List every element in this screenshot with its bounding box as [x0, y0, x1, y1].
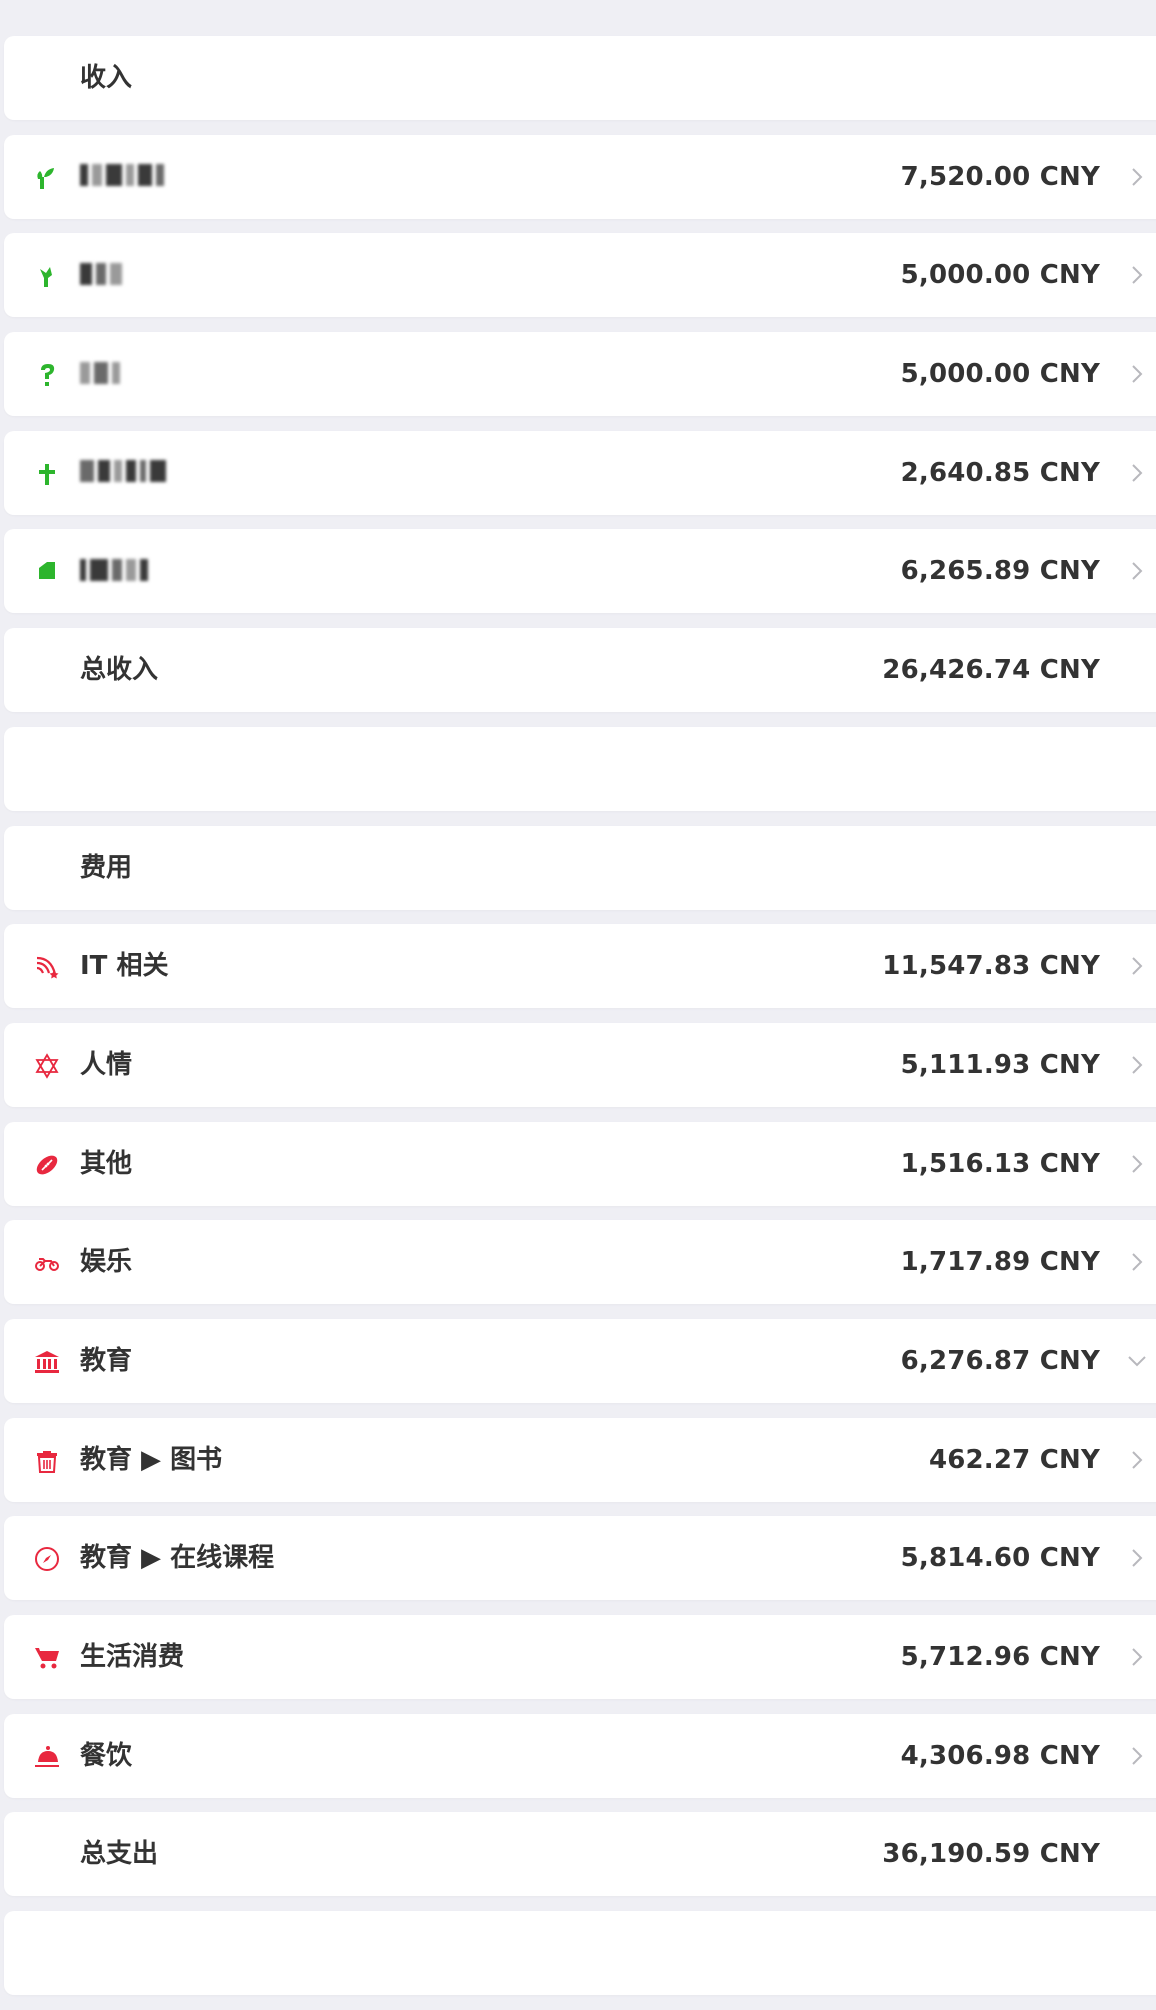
chevron-right-icon — [1124, 1052, 1150, 1078]
expense-total-label: 总支出 — [80, 1839, 159, 1870]
redacted-label — [80, 164, 168, 187]
cross-icon — [34, 461, 60, 487]
chevron-right-icon — [1124, 1743, 1150, 1769]
income-item-label — [80, 529, 152, 613]
expense-total-row: 总支出 36,190.59 CNY — [4, 1812, 1156, 1897]
flower-icon — [34, 263, 60, 289]
chevron-right-icon — [1124, 262, 1150, 288]
expense-item-row[interactable]: 教育 ▶ 在线课程 5,814.60 CNY — [4, 1516, 1156, 1601]
expense-item-row[interactable]: 教育 ▶ 图书 462.27 CNY — [4, 1417, 1156, 1502]
expense-item-label: 人情 — [80, 1049, 133, 1080]
chevron-right-icon — [1124, 1644, 1150, 1670]
football-icon — [34, 1152, 60, 1178]
income-header: 收入 — [80, 63, 133, 93]
income-item-amount: 5,000.00 CNY — [900, 359, 1100, 390]
cart-icon — [34, 1645, 60, 1671]
chevron-right-icon — [1124, 361, 1150, 387]
income-item-amount: 6,265.89 CNY — [900, 556, 1100, 587]
expense-item-label: 教育 — [80, 1345, 133, 1376]
expense-item-amount: 1,717.89 CNY — [900, 1247, 1100, 1278]
expense-item-label: 教育 ▶ 图书 — [80, 1444, 223, 1475]
income-item-label — [80, 233, 126, 317]
expense-item-amount: 5,712.96 CNY — [900, 1642, 1100, 1672]
trailing-row — [4, 1911, 1156, 1996]
expense-item-row[interactable]: 其他 1,516.13 CNY — [4, 1121, 1156, 1206]
star-of-david-icon — [34, 1053, 60, 1079]
income-item-label — [80, 431, 170, 515]
chevron-right-icon — [1124, 1447, 1150, 1473]
plant-icon — [34, 165, 60, 191]
rss-icon — [34, 954, 60, 980]
income-item-row[interactable]: 6,265.89 CNY — [4, 529, 1156, 614]
income-item-label — [80, 135, 168, 219]
bank-icon — [34, 1349, 60, 1375]
chevron-right-icon — [1124, 953, 1150, 979]
expense-item-label: 生活消费 — [80, 1642, 185, 1672]
expense-item-label: 娱乐 — [80, 1247, 133, 1278]
trash-icon — [34, 1448, 60, 1474]
redacted-label — [80, 262, 126, 285]
income-total-row: 总收入 26,426.74 CNY — [4, 628, 1156, 713]
expense-item-label: IT 相关 — [80, 951, 169, 982]
income-item-row[interactable]: 2,640.85 CNY — [4, 430, 1156, 515]
chevron-down-icon — [1124, 1348, 1150, 1374]
expense-item-label: 教育 ▶ 在线课程 — [80, 1543, 275, 1574]
income-item-row[interactable]: 5,000.00 CNY — [4, 233, 1156, 318]
income-total-label: 总收入 — [80, 655, 159, 686]
expense-header: 费用 — [80, 852, 133, 883]
redacted-label — [80, 558, 152, 581]
expense-item-row[interactable]: 教育 6,276.87 CNY — [4, 1318, 1156, 1403]
redacted-label — [80, 361, 124, 384]
bookmark-icon — [34, 559, 60, 585]
expense-item-amount: 4,306.98 CNY — [900, 1740, 1100, 1771]
expense-item-label: 其他 — [80, 1148, 133, 1179]
chevron-right-icon — [1124, 558, 1150, 584]
income-header-row: 收入 — [4, 36, 1156, 120]
expense-item-amount: 6,276.87 CNY — [900, 1345, 1100, 1376]
chevron-right-icon — [1124, 164, 1150, 190]
report-list: 收入 7,520.00 CNY 5,000.00 CNY 5,000.00 CN… — [4, 36, 1156, 2010]
chevron-right-icon — [1124, 1249, 1150, 1275]
income-item-row[interactable]: 7,520.00 CNY — [4, 134, 1156, 219]
income-item-row[interactable]: 5,000.00 CNY — [4, 332, 1156, 417]
expense-item-amount: 5,814.60 CNY — [900, 1543, 1100, 1574]
expense-item-row[interactable]: 餐饮 4,306.98 CNY — [4, 1713, 1156, 1798]
expense-item-amount: 1,516.13 CNY — [900, 1148, 1100, 1179]
motorcycle-icon — [34, 1250, 60, 1276]
compass-icon — [34, 1546, 60, 1572]
income-item-amount: 7,520.00 CNY — [900, 161, 1100, 192]
chevron-right-icon — [1124, 1545, 1150, 1571]
income-total-amount: 26,426.74 CNY — [882, 655, 1100, 686]
expense-item-label: 餐饮 — [80, 1740, 133, 1771]
redacted-label — [80, 460, 170, 483]
income-item-amount: 5,000.00 CNY — [900, 260, 1100, 291]
expense-header-row: 费用 — [4, 825, 1156, 910]
expense-item-amount: 5,111.93 CNY — [900, 1049, 1100, 1080]
income-item-label — [80, 332, 124, 416]
expense-item-row[interactable]: IT 相关 11,547.83 CNY — [4, 924, 1156, 1009]
question-icon — [34, 362, 60, 388]
expense-item-row[interactable]: 人情 5,111.93 CNY — [4, 1022, 1156, 1107]
section-spacer — [4, 726, 1156, 811]
expense-item-row[interactable]: 娱乐 1,717.89 CNY — [4, 1220, 1156, 1305]
chevron-right-icon — [1124, 460, 1150, 486]
expense-item-amount: 11,547.83 CNY — [882, 951, 1100, 982]
expense-total-amount: 36,190.59 CNY — [882, 1839, 1100, 1870]
expense-item-row[interactable]: 生活消费 5,712.96 CNY — [4, 1615, 1156, 1699]
expense-item-amount: 462.27 CNY — [928, 1444, 1100, 1475]
income-item-amount: 2,640.85 CNY — [900, 457, 1100, 488]
service-bell-icon — [34, 1744, 60, 1770]
chevron-right-icon — [1124, 1151, 1150, 1177]
